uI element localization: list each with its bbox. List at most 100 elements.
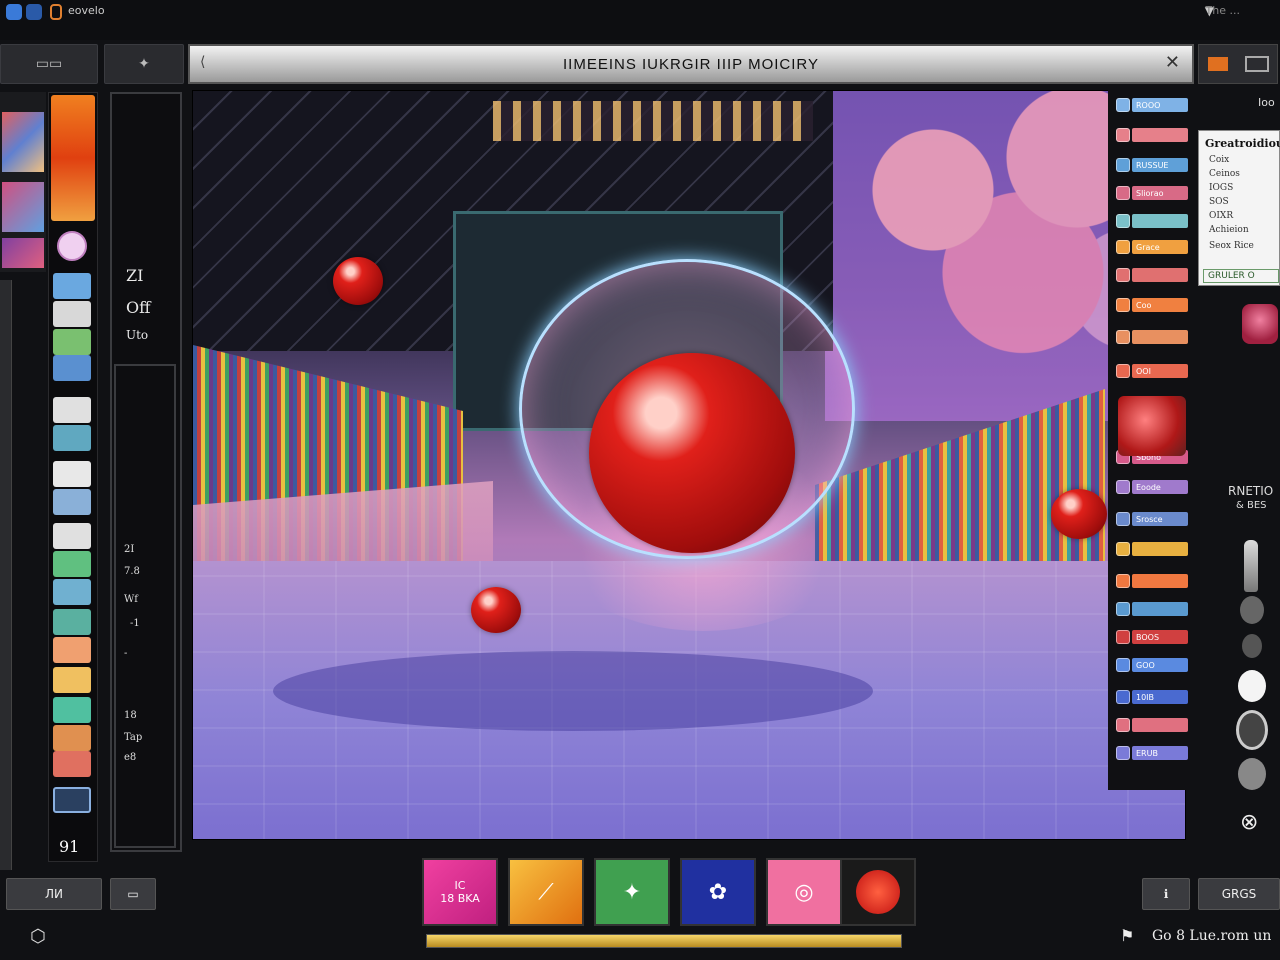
gray-toggle[interactable] [1242,634,1262,658]
layout-button[interactable]: ▭▭ [0,44,98,84]
info-button[interactable]: ℹ [1142,878,1190,910]
item-list-row[interactable]: Sliorao [1116,184,1188,202]
dropdown-option[interactable]: Seox Rice [1209,241,1254,251]
tool-icon[interactable] [53,551,91,577]
character-portrait[interactable] [51,95,95,221]
item-list-row[interactable]: ERUB [1116,744,1188,762]
red-ball[interactable] [1051,489,1107,539]
tool-icon[interactable] [53,751,91,777]
item-list-row[interactable]: Srosce [1116,510,1188,528]
shield-icon[interactable] [57,231,87,261]
doc-button[interactable]: ▭ [110,878,156,910]
item-list-row[interactable] [1116,126,1188,144]
item-label [1132,214,1188,228]
item-list-row[interactable] [1116,328,1188,346]
item-icon [1116,690,1130,704]
item-list-row[interactable]: Eoode [1116,478,1188,496]
hotbar-slot-1[interactable]: IC 18 BKA [422,858,498,926]
settings-glyph-icon[interactable]: ⊗ [1240,810,1258,835]
thumbnail[interactable] [2,112,44,172]
thumbnail-strip [0,92,46,272]
gray-toggle[interactable] [1240,596,1264,624]
hotbar-slot-3[interactable]: ✦ [594,858,670,926]
item-list-row[interactable] [1116,600,1188,618]
dropdown-option[interactable]: IOGS [1209,183,1233,193]
item-list-row[interactable]: GOO [1116,656,1188,674]
main-red-ball[interactable] [589,353,795,553]
item-list-row[interactable] [1116,716,1188,734]
avatar[interactable] [1242,304,1278,344]
dropdown-option[interactable]: Ceinos [1209,169,1240,179]
user-icon: ⚑ [1120,926,1135,945]
gray-toggle[interactable] [1238,758,1266,790]
stat-label: Off [126,298,151,317]
right-bottom-button[interactable]: GRGS [1198,878,1280,910]
item-list-row[interactable] [1116,212,1188,230]
app-icon-1[interactable] [6,4,22,20]
item-list-row[interactable]: OOI [1116,362,1188,380]
item-list-row[interactable]: ROOO [1116,96,1188,114]
tool-icon[interactable] [53,697,91,723]
folder-icon[interactable] [50,4,62,20]
cube-icon[interactable]: ⬡ [30,926,46,947]
tool-icon[interactable] [53,489,91,515]
stat-value: 7.8 [124,566,140,577]
thumbnail[interactable] [2,182,44,232]
white-toggle[interactable] [1238,670,1266,702]
progress-bar [426,934,902,948]
item-list-row[interactable]: Grace [1116,238,1188,256]
item-preview-image[interactable] [1118,396,1186,456]
dropdown-option[interactable]: Coix [1209,155,1229,165]
tool-icon[interactable] [53,523,91,549]
item-list-row[interactable] [1116,266,1188,284]
close-icon[interactable]: ✕ [1165,52,1180,73]
dropdown-option[interactable]: Achieion [1209,225,1249,235]
tool-icon[interactable] [53,273,91,299]
dropdown-footer-button[interactable]: GRULER O [1203,269,1279,283]
hotbar-slot-2[interactable]: ⟋ [508,858,584,926]
tool-icon[interactable] [53,461,91,487]
red-ball[interactable] [471,587,521,633]
thumbnail[interactable] [2,238,44,268]
hotbar-slot-6[interactable] [840,858,916,926]
hotbar-slot-4[interactable]: ✿ [680,858,756,926]
item-list-row[interactable] [1116,572,1188,590]
hotbar-slot-5[interactable]: ◎ [766,858,842,926]
red-ball[interactable] [333,257,383,305]
dropdown-option[interactable]: OIXR [1209,211,1233,221]
item-icon [1116,268,1130,282]
left-scrollbar[interactable] [0,280,12,870]
item-icon [1116,602,1130,616]
bottom-status-text: Go 8 Lue.rom un [1152,928,1272,944]
selected-tool-icon[interactable] [53,787,91,813]
item-list-row[interactable]: BOOS [1116,628,1188,646]
item-icon [1116,630,1130,644]
item-icon [1116,240,1130,254]
ring-toggle[interactable] [1236,710,1268,750]
item-list-row[interactable] [1116,540,1188,558]
item-list-row[interactable]: Coo [1116,296,1188,314]
category-dropdown[interactable]: Greatroidiou Coix Ceinos IOGS SOS OIXR A… [1198,130,1280,286]
dropdown-option[interactable]: SOS [1209,197,1229,207]
tool-icon[interactable] [53,329,91,355]
window-title-bar[interactable]: ⟨ IIMEEINS IUKRGIR IIIP MOICIRY ✕ [188,44,1194,84]
item-icon [1116,98,1130,112]
tool-icon[interactable] [53,425,91,451]
tool-icon[interactable] [53,667,91,693]
bottom-left-button[interactable]: ЛИ [6,878,102,910]
tool-icon[interactable] [53,355,91,381]
game-viewport[interactable] [192,90,1186,840]
tool-icon[interactable] [53,725,91,751]
pin-tool-button[interactable]: ✦ [104,44,184,84]
back-arrow-icon[interactable]: ⟨ [200,54,205,70]
tool-icon[interactable] [53,301,91,327]
inventory-button[interactable] [1198,44,1278,84]
tool-icon[interactable] [53,397,91,423]
item-list-row[interactable]: 10IB [1116,688,1188,706]
tool-icon[interactable] [53,579,91,605]
tool-icon[interactable] [53,637,91,663]
pen-tool-icon[interactable] [1244,540,1258,592]
tool-icon[interactable] [53,609,91,635]
app-icon-2[interactable] [26,4,42,20]
item-list-row[interactable]: RUSSUE [1116,156,1188,174]
